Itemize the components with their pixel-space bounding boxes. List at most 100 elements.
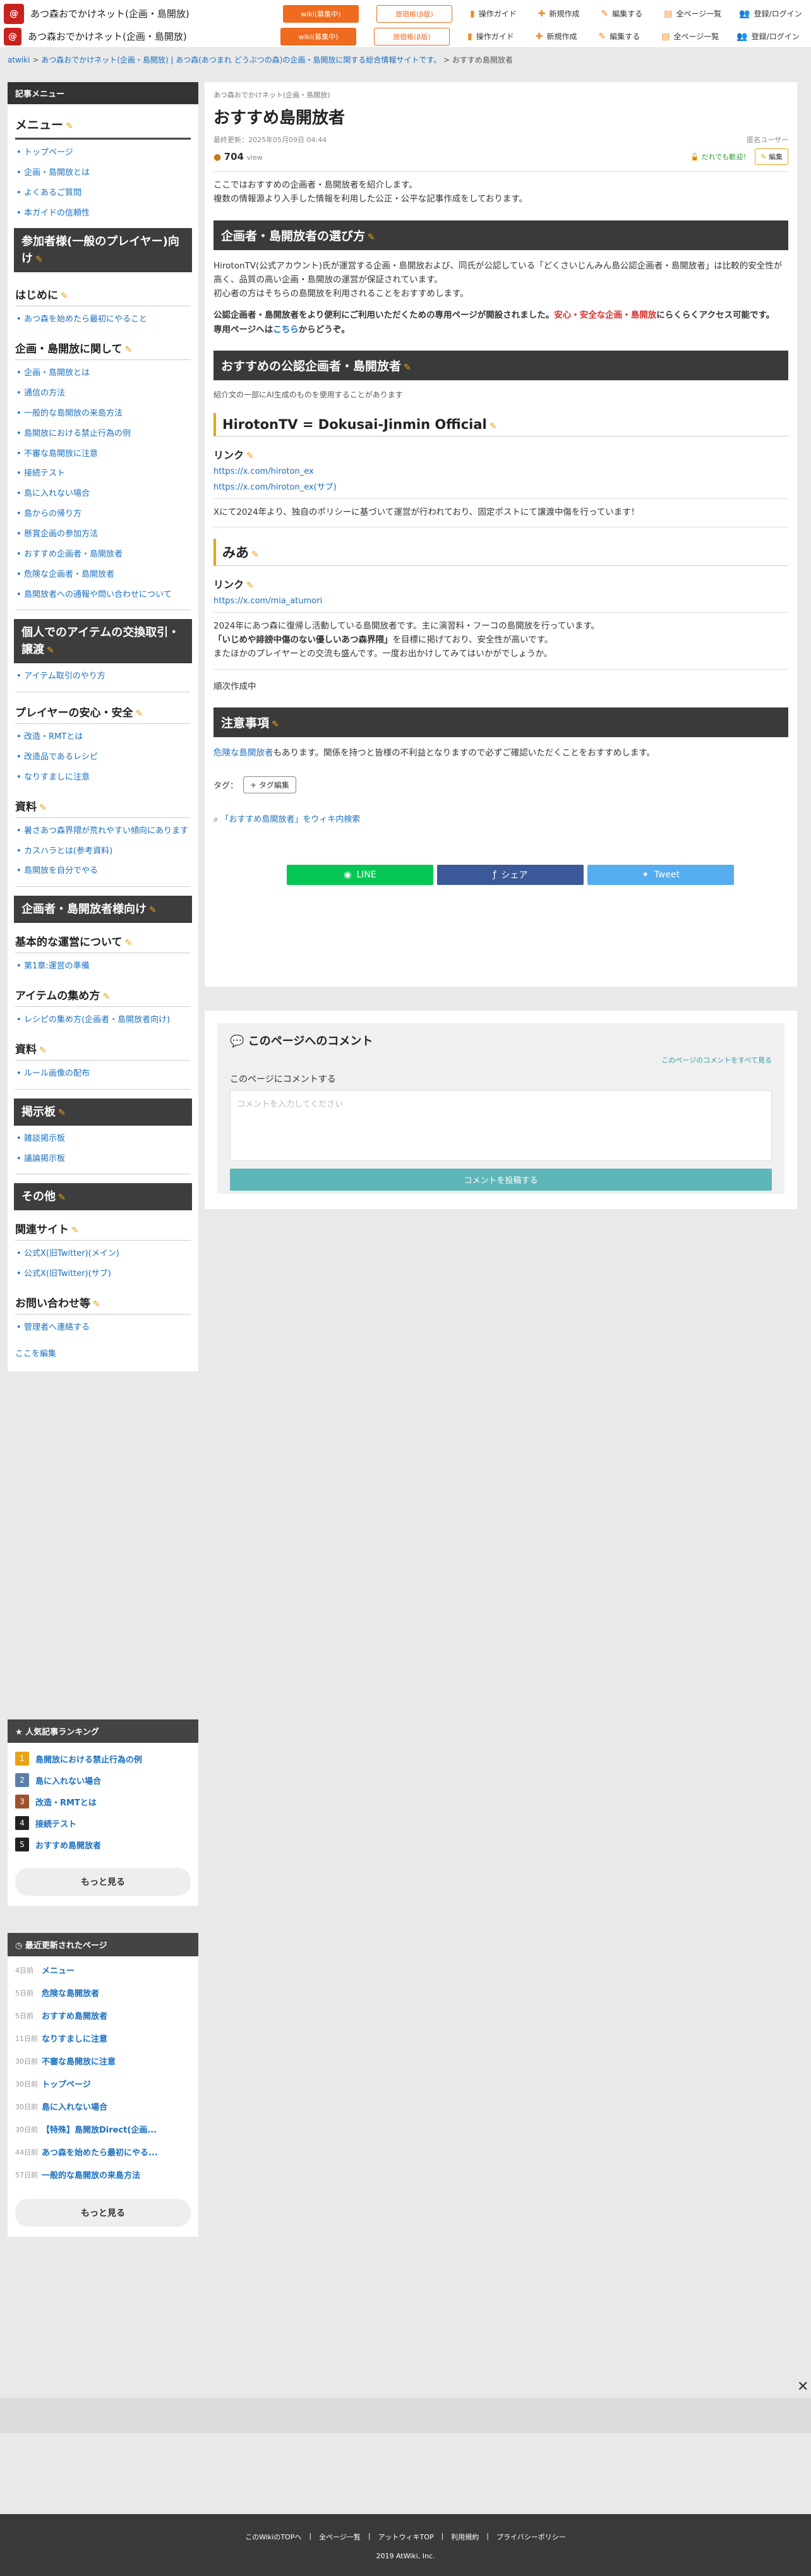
pencil-icon[interactable]: ✎ xyxy=(58,1108,66,1118)
sidebar-item[interactable]: おすすめ企画者・島開放者 xyxy=(15,549,191,561)
breadcrumb-parent[interactable]: あつ森おでかけネット(企画・島開放) | あつ森(あつまれ どうぶつの森)の企画… xyxy=(41,56,441,64)
recent-link[interactable]: 島に入れない場合 xyxy=(42,2100,107,2112)
guide-link-sticky[interactable]: ▮ 操作ガイド xyxy=(467,31,514,42)
ranking-link[interactable]: 島に入れない場合 xyxy=(35,1774,101,1786)
pencil-icon[interactable]: ✎ xyxy=(61,291,68,301)
recruit-button[interactable]: 旅宿帳(β版) xyxy=(376,4,452,23)
sidebar-item[interactable]: あつ森を始めたら最初にやること xyxy=(15,314,191,326)
sidebar-item[interactable]: 議論掲示板 xyxy=(15,1153,191,1165)
here-link[interactable]: こちら xyxy=(273,325,299,335)
footer-link-privacy[interactable]: プライバシーポリシー xyxy=(496,2532,566,2542)
category-label[interactable]: あつ森おでかけネット(企画・島開放) xyxy=(213,90,788,100)
sidebar-item[interactable]: 懸賞企画の参加方法 xyxy=(15,529,191,541)
sidebar-item[interactable]: 島開放者への通報や問い合わせについて xyxy=(15,589,191,601)
edit-sidebar-link[interactable]: ここを編集 xyxy=(15,1347,191,1359)
recent-link[interactable]: 【特殊】島開放Direct(企画... xyxy=(42,2123,157,2135)
sidebar-item[interactable]: 第1章:運営の準備 xyxy=(15,961,191,973)
recent-item[interactable]: 30日前 島に入れない場合 xyxy=(15,2100,191,2113)
pencil-icon[interactable]: ✎ xyxy=(246,451,254,461)
breadcrumb-root[interactable]: atwiki xyxy=(8,56,30,64)
pencil-icon[interactable]: ✎ xyxy=(125,938,133,948)
pencil-icon[interactable]: ✎ xyxy=(102,992,110,1002)
sidebar-item[interactable]: 企画・島開放とは xyxy=(15,167,191,179)
login-link-sticky[interactable]: 👥 登録/ログイン xyxy=(736,31,799,42)
sidebar-item[interactable]: 島からの帰り方 xyxy=(15,509,191,521)
mia-link[interactable]: https://x.com/mia_atumori xyxy=(213,596,322,606)
comment-input[interactable]: コメントを入力してください xyxy=(230,1090,772,1161)
wiki-search-link[interactable]: ⌕ 「おすすめ島開放者」をウィキ内検索 xyxy=(213,812,788,824)
sidebar-item[interactable]: ルール画像の配布 xyxy=(15,1068,191,1080)
sidebar-item[interactable]: よくあるご質問 xyxy=(15,188,191,200)
sidebar-item[interactable]: 危険な企画者・島開放者 xyxy=(15,569,191,581)
sidebar-item[interactable]: 改造品であるレシピ xyxy=(15,752,191,764)
pencil-icon[interactable]: ✎ xyxy=(58,1193,66,1203)
pencil-icon[interactable]: ✎ xyxy=(149,905,157,915)
footer-link-top[interactable]: このWikiのTOPへ xyxy=(245,2532,301,2542)
recent-link[interactable]: 危険な島開放者 xyxy=(42,1987,99,1999)
ranking-item[interactable]: 2 島に入れない場合 xyxy=(15,1773,191,1787)
recent-link[interactable]: なりすましに注意 xyxy=(42,2032,107,2044)
all-pages-link-sticky[interactable]: ▤ 全ページ一覧 xyxy=(661,31,719,42)
tag-edit-button[interactable]: + タグ編集 xyxy=(243,776,296,794)
recent-link[interactable]: メニュー xyxy=(42,1964,75,1976)
recent-item[interactable]: 57日前 一般的な島開放の来島方法 xyxy=(15,2169,191,2181)
ranking-item[interactable]: 1 島開放における禁止行為の例 xyxy=(15,1752,191,1766)
ranking-link[interactable]: 接続テスト xyxy=(35,1817,76,1829)
sidebar-item[interactable]: なりすましに注意 xyxy=(15,772,191,784)
site-title[interactable]: あつ森おでかけネット(企画・島開放) xyxy=(30,7,258,20)
sidebar-item[interactable]: トップページ xyxy=(15,147,191,159)
sidebar-item[interactable]: 雑談掲示板 xyxy=(15,1133,191,1145)
site-logo-sticky[interactable]: @ xyxy=(4,27,21,45)
facebook-share-button[interactable]: ƒ シェア xyxy=(437,865,584,886)
safe-link[interactable]: 安心・安全な企画・島開放 xyxy=(554,310,656,320)
danger-host-link[interactable]: 危険な島開放者 xyxy=(213,748,273,758)
twitter-share-button[interactable]: ✦ Tweet xyxy=(587,865,734,886)
recent-item[interactable]: 30日前 【特殊】島開放Direct(企画... xyxy=(15,2123,191,2136)
sidebar-item[interactable]: 島開放を自分でやる xyxy=(15,865,191,877)
sidebar-item[interactable]: 通信の方法 xyxy=(15,388,191,400)
sidebar-item[interactable]: 島に入れない場合 xyxy=(15,488,191,500)
guide-link[interactable]: ▮ 操作ガイド xyxy=(470,8,517,19)
recent-link[interactable]: あつ森を始めたら最初にやる... xyxy=(42,2146,158,2158)
pencil-icon[interactable]: ✎ xyxy=(251,550,259,560)
recent-item[interactable]: 5日前 おすすめ島開放者 xyxy=(15,2009,191,2022)
ranking-link[interactable]: 島開放における禁止行為の例 xyxy=(35,1753,142,1765)
ranking-more-button[interactable]: もっと見る xyxy=(15,1868,191,1896)
pencil-icon[interactable]: ✎ xyxy=(39,1045,47,1056)
pencil-icon[interactable]: ✎ xyxy=(490,421,497,431)
edit-link[interactable]: ✎ 編集する xyxy=(601,8,642,19)
sidebar-item[interactable]: 管理者へ連絡する xyxy=(15,1322,191,1334)
pencil-icon[interactable]: ✎ xyxy=(272,719,279,730)
pencil-icon[interactable]: ✎ xyxy=(39,803,47,813)
pencil-icon[interactable]: ✎ xyxy=(136,709,143,719)
sidebar-item[interactable]: 改造・RMTとは xyxy=(15,731,191,743)
recruit-button-sticky[interactable]: 旅宿帳(β版) xyxy=(374,27,450,45)
recent-more-button[interactable]: もっと見る xyxy=(15,2199,191,2227)
sidebar-item[interactable]: カスハラとは(参考資料) xyxy=(15,846,191,858)
sidebar-item[interactable]: 公式X(旧Twitter)(サブ) xyxy=(15,1268,191,1280)
login-link[interactable]: 👥 登録/ログイン xyxy=(739,8,802,19)
site-title-sticky[interactable]: あつ森おでかけネット(企画・島開放) xyxy=(28,30,255,43)
footer-link-atwiki[interactable]: アットウィキTOP xyxy=(378,2532,434,2542)
sidebar-item[interactable]: 公式X(旧Twitter)(メイン) xyxy=(15,1248,191,1260)
recent-item[interactable]: 30日前 不審な島開放に注意 xyxy=(15,2055,191,2067)
recent-item[interactable]: 4日前 メニュー xyxy=(15,1964,191,1977)
edit-button[interactable]: ✎ 編集 xyxy=(755,148,788,165)
pencil-icon[interactable]: ✎ xyxy=(47,646,54,656)
pencil-icon[interactable]: ✎ xyxy=(125,345,133,355)
pencil-icon[interactable]: ✎ xyxy=(35,255,43,265)
pencil-icon[interactable]: ✎ xyxy=(71,1225,79,1236)
sidebar-item[interactable]: 暑さあつ森界隈が荒れやすい傾向にあります xyxy=(15,826,191,838)
recent-item[interactable]: 11日前 なりすましに注意 xyxy=(15,2032,191,2045)
footer-link-terms[interactable]: 利用規約 xyxy=(451,2532,479,2542)
sidebar-item[interactable]: 一般的な島開放の来島方法 xyxy=(15,408,191,420)
sidebar-item[interactable]: レシピの集め方(企画者・島開放者向け) xyxy=(15,1014,191,1026)
new-page-link-sticky[interactable]: ✚ 新規作成 xyxy=(536,31,577,42)
sidebar-item[interactable]: 接続テスト xyxy=(15,468,191,480)
recent-item[interactable]: 5日前 危険な島開放者 xyxy=(15,1987,191,1999)
recent-link[interactable]: 一般的な島開放の来島方法 xyxy=(42,2169,140,2181)
sidebar-item[interactable]: 本ガイドの信頼性 xyxy=(15,208,191,220)
all-comments-link[interactable]: このページのコメントをすべて見る xyxy=(230,1055,772,1065)
wiki-recruit-button-sticky[interactable]: wiki(募集中) xyxy=(280,27,356,45)
pencil-icon[interactable]: ✎ xyxy=(368,232,375,243)
